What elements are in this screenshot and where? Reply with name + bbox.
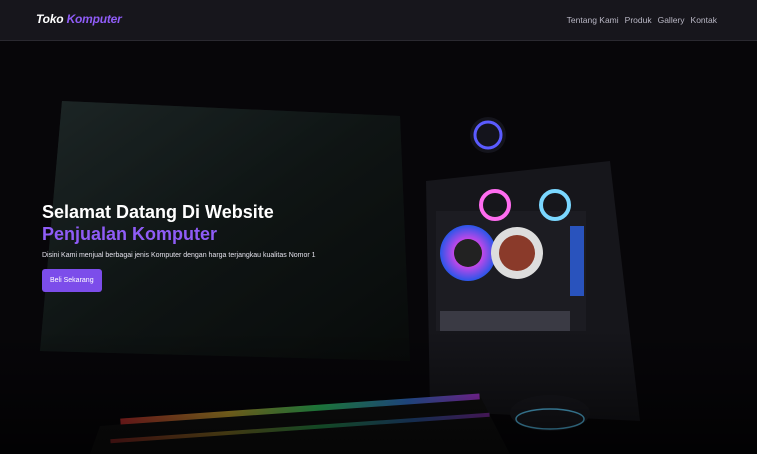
brand-name-part2: Komputer — [66, 12, 122, 26]
buy-now-button[interactable]: Beli Sekarang — [42, 269, 102, 292]
nav-link-produk[interactable]: Produk — [625, 15, 652, 25]
hero-title-line2: Penjualan Komputer — [42, 224, 218, 244]
nav-link-gallery[interactable]: Gallery — [658, 15, 685, 25]
nav-links: Tentang Kami Produk Gallery Kontak — [567, 15, 717, 25]
brand-name-part1: Toko — [36, 12, 64, 26]
hero-text: Selamat Datang Di Website Penjualan Komp… — [42, 201, 322, 292]
navbar: Toko Komputer Tentang Kami Produk Galler… — [0, 0, 757, 41]
nav-link-tentang-kami[interactable]: Tentang Kami — [567, 15, 619, 25]
brand-logo[interactable]: Toko Komputer — [36, 12, 122, 26]
hero-section: Selamat Datang Di Website Penjualan Komp… — [0, 41, 757, 454]
nav-link-kontak[interactable]: Kontak — [691, 15, 717, 25]
hero-description: Disini Kami menjual berbagai jenis Kompu… — [42, 252, 316, 259]
hero-title-line1: Selamat Datang Di Website — [42, 202, 274, 222]
